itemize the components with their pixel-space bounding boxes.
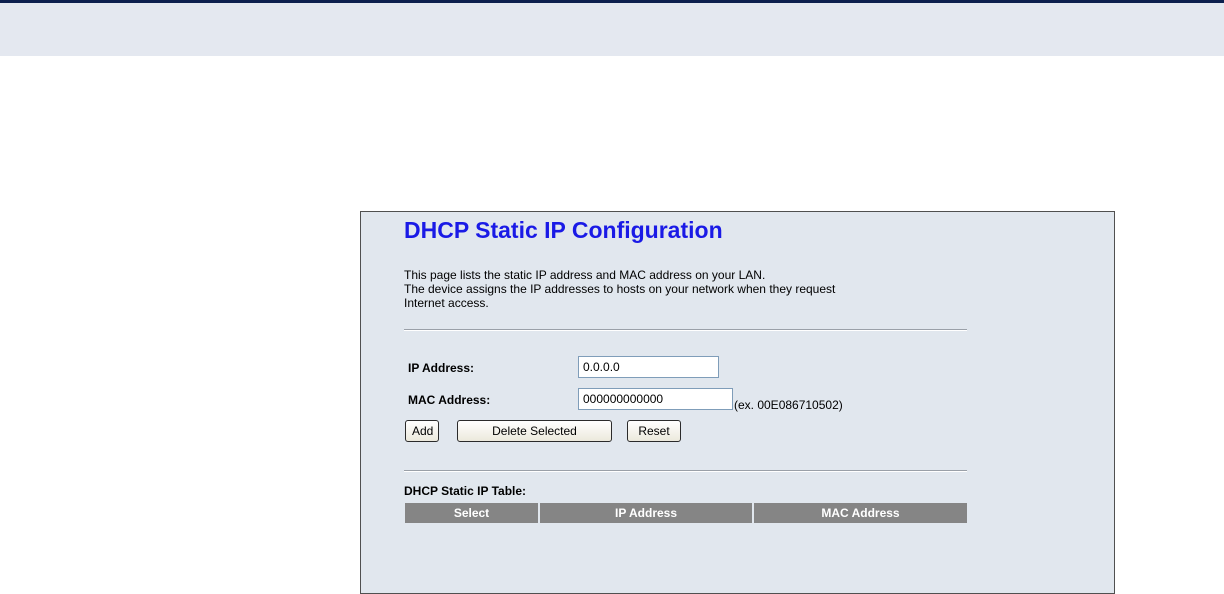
mac-address-label: MAC Address: [408, 393, 491, 407]
ip-address-label: IP Address: [408, 361, 475, 375]
column-header-select: Select [405, 503, 539, 523]
reset-button[interactable]: Reset [627, 420, 681, 442]
column-header-mac-address: MAC Address [752, 503, 967, 523]
top-band [0, 3, 1224, 56]
mac-example-hint: (ex. 00E086710502) [734, 398, 843, 412]
intro-line-1: This page lists the static IP address an… [404, 268, 766, 282]
intro-text: This page lists the static IP address an… [404, 268, 964, 310]
mac-address-input[interactable] [578, 388, 733, 410]
static-ip-table-title: DHCP Static IP Table: [404, 484, 527, 498]
add-button[interactable]: Add [405, 420, 439, 442]
column-header-ip-address: IP Address [538, 503, 753, 523]
dhcp-config-panel: DHCP Static IP Configuration This page l… [360, 211, 1115, 594]
page-title: DHCP Static IP Configuration [404, 217, 723, 243]
table-header-row: Select IP Address MAC Address [405, 503, 967, 523]
intro-line-3: Internet access. [404, 296, 489, 310]
ip-address-input[interactable] [578, 356, 719, 378]
static-ip-table: Select IP Address MAC Address [405, 503, 967, 523]
intro-line-2: The device assigns the IP addresses to h… [404, 282, 836, 296]
delete-selected-button[interactable]: Delete Selected [457, 420, 612, 442]
divider-top [404, 329, 967, 331]
divider-bottom [404, 470, 967, 472]
